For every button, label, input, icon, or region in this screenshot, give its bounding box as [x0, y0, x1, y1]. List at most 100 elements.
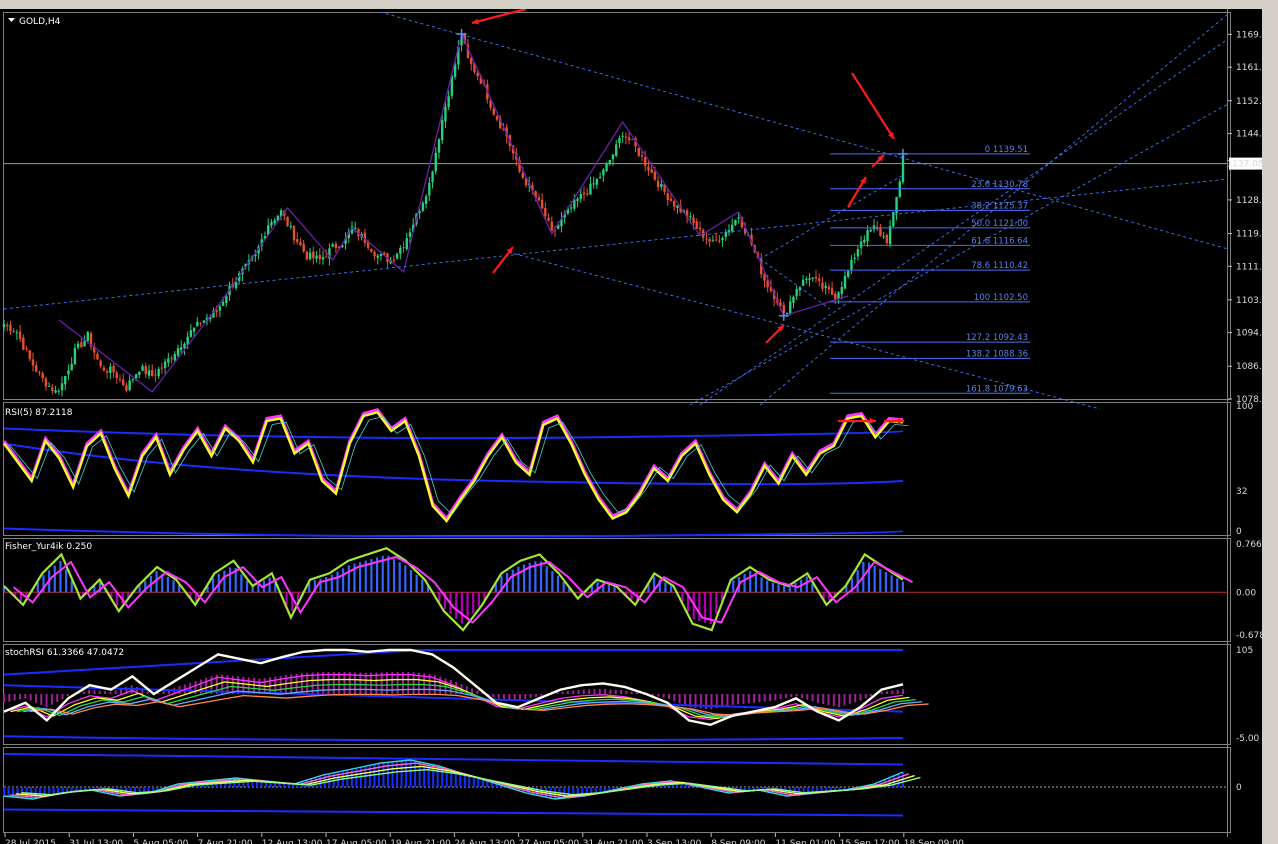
stochrsi-hist-bar	[848, 694, 851, 704]
candle-body	[598, 176, 602, 178]
stochrsi-hist-bar	[13, 694, 16, 701]
candle-body	[118, 378, 122, 380]
stochrsi-hist-bar	[391, 672, 394, 694]
swing-point-marker	[898, 148, 908, 159]
fisher-hist-bar	[743, 573, 746, 593]
stochrsi-hist-bar	[758, 694, 761, 703]
candle-body	[737, 217, 740, 219]
osc-lower-band	[3, 808, 904, 817]
stochrsi-lower-band	[3, 735, 904, 742]
candles-group	[2, 32, 905, 397]
stochrsi-hist-bar	[577, 689, 580, 694]
candle-body	[805, 278, 808, 280]
candle-body	[421, 202, 425, 211]
vertical-scrollbar[interactable]	[1262, 9, 1278, 844]
stochrsi-hist-bar	[753, 694, 756, 703]
time-tick-label: 19 Aug 21:00	[390, 839, 451, 844]
candle-body	[167, 358, 170, 363]
stochrsi-hist-bar	[109, 691, 112, 694]
candle-body	[888, 226, 892, 245]
candle-body	[28, 350, 31, 360]
candle-body	[721, 237, 724, 241]
stochrsi-hist-bar	[338, 672, 341, 694]
fisher-hist-bar	[342, 568, 345, 593]
stochrsi-hist-bar	[540, 694, 543, 696]
candle-body	[586, 193, 589, 195]
fisher-hist-bar	[783, 585, 786, 593]
fisher-hist-bar	[539, 561, 543, 593]
fisher-histogram	[2, 555, 904, 625]
candle-body	[470, 58, 473, 64]
time-tick-label: 15 Sep 17:00	[840, 839, 900, 844]
candle-body	[51, 387, 54, 392]
candle-body	[650, 169, 653, 173]
candle-body	[640, 155, 644, 157]
candle-body	[83, 340, 86, 347]
candle-body	[824, 285, 827, 288]
stochrsi-hist-bar	[598, 688, 601, 694]
stochrsi-hist-bar	[763, 694, 766, 702]
fib-level-label: 23.6 1130.78	[971, 180, 1028, 190]
candle-body	[47, 385, 51, 387]
candle-body	[199, 323, 202, 325]
candle-body	[901, 155, 905, 183]
stochrsi-hist-bar	[902, 689, 904, 694]
stochrsi-hist-bar	[503, 694, 506, 700]
candle-body	[376, 255, 379, 258]
candle-body	[215, 310, 218, 313]
stochrsi-hist-bar	[891, 690, 894, 694]
fisher-hist-bar	[771, 582, 774, 593]
stochrsi-upper-band	[3, 649, 903, 676]
stochrsi-hist-bar	[843, 694, 846, 706]
candle-body	[476, 72, 479, 77]
fisher-hist-bar	[245, 580, 249, 593]
candle-body	[315, 255, 318, 259]
candle-body	[138, 371, 141, 375]
candle-body	[105, 371, 109, 373]
fisher-hist-bar	[421, 579, 424, 593]
fisher-hist-bar	[873, 565, 876, 593]
candle-body	[402, 247, 405, 249]
rsi-upper-band	[3, 427, 904, 440]
stochrsi-hist-bar	[625, 690, 628, 694]
osc-hist-bar	[61, 787, 64, 793]
fisher-hist-bar	[477, 592, 480, 607]
candle-body	[656, 180, 660, 188]
candle-body	[163, 361, 167, 368]
candle-body	[170, 358, 173, 360]
panel-border-fish	[3, 538, 1231, 642]
panel-border-st	[3, 644, 1231, 745]
osc-line	[21, 769, 921, 796]
candle-body	[312, 251, 315, 259]
candle-body	[431, 171, 434, 183]
fib-level-label: 78.6 1110.42	[971, 261, 1028, 271]
fisher-hist-bar	[336, 571, 339, 593]
candle-body	[589, 183, 592, 195]
candle-body	[444, 106, 447, 122]
stochrsi-hist-bar	[332, 672, 335, 694]
candle-body	[109, 366, 112, 373]
stochrsi-hist-bar	[737, 694, 740, 705]
stochrsi-histogram	[3, 672, 904, 710]
fisher-hist-bar	[556, 575, 560, 593]
window-tab-strip[interactable]	[0, 0, 1278, 9]
candle-body	[399, 247, 402, 254]
candle-body	[57, 390, 60, 392]
candle-body	[821, 282, 824, 289]
time-tick-label: 31 Jul 13:00	[69, 839, 123, 844]
candle-body	[869, 229, 872, 232]
stochrsi-hist-bar	[82, 691, 85, 694]
fib-level-label: 138.2 1088.36	[966, 349, 1028, 359]
fisher-hist-bar	[856, 569, 859, 593]
time-tick-label: 8 Sep 09:00	[711, 839, 766, 844]
candle-body	[569, 207, 573, 209]
osc-upper-band	[3, 753, 904, 766]
fisher-title: Fisher_Yur4ik 0.250	[5, 542, 92, 552]
osc-hist-bar	[477, 778, 480, 787]
annotation-arrow-head	[869, 417, 876, 425]
candle-body	[540, 199, 544, 209]
stochrsi-hist-bar	[518, 694, 521, 701]
candle-body	[86, 331, 89, 342]
candle-body	[853, 257, 856, 259]
candle-body	[141, 366, 144, 371]
